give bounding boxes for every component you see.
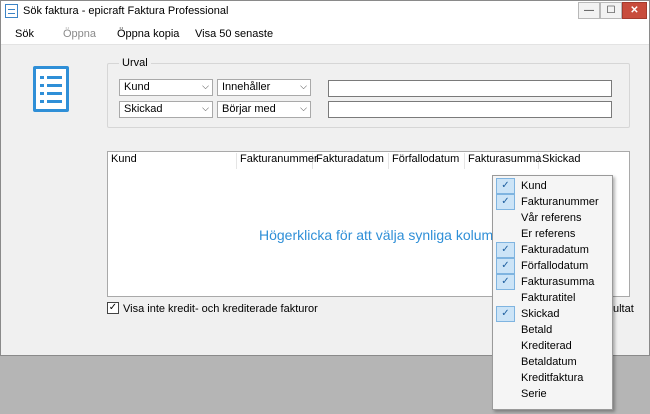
menu-item-forfallodatum[interactable]: ✓ Förfallodatum [493,258,612,274]
menu-item-label: Fakturatitel [521,292,576,304]
column-header-forfallodatum[interactable]: Förfallodatum [389,153,465,169]
menu-item-fakturasumma[interactable]: ✓ Fakturasumma [493,274,612,290]
column-header-fakturadatum[interactable]: Fakturadatum [313,153,389,169]
menu-item-serie[interactable]: Serie [493,386,612,402]
chevron-down-icon: ⌵ [300,103,307,113]
menu-oppna[interactable]: Öppna [63,28,96,40]
field-select-1-value: Kund [124,81,150,93]
checkmark-icon: ✓ [496,258,515,274]
checkmark-icon: ✓ [496,306,515,322]
menu-item-var-referens[interactable]: Vår referens [493,210,612,226]
operator-select-2-value: Börjar med [222,103,276,115]
menu-item-label: Vår referens [521,212,582,224]
menu-item-fakturadatum[interactable]: ✓ Fakturadatum [493,242,612,258]
menu-item-betaldatum[interactable]: Betaldatum [493,354,612,370]
field-select-1[interactable]: Kund ⌵ [119,79,213,96]
menu-item-label: Fakturadatum [521,244,589,256]
menu-oppna-kopia[interactable]: Öppna kopia [117,28,179,40]
close-button[interactable]: ✕ [622,2,647,19]
column-header-skickad[interactable]: Skickad [539,153,609,169]
chevron-down-icon: ⌵ [300,81,307,91]
exclude-credit-label[interactable]: Visa inte kredit- och krediterade faktur… [123,303,318,315]
app-document-icon [5,4,18,18]
menu-item-label: Krediterad [521,340,572,352]
menu-item-label: Fakturasumma [521,276,595,288]
field-select-2[interactable]: Skickad ⌵ [119,101,213,118]
operator-select-1-value: Innehåller [222,81,271,93]
menu-item-label: Betald [521,324,553,336]
title-bar[interactable]: Sök faktura - epicraft Faktura Professio… [1,1,649,21]
chevron-down-icon: ⌵ [202,81,209,91]
operator-select-2[interactable]: Börjar med ⌵ [217,101,311,118]
chevron-down-icon: ⌵ [202,103,209,113]
window-title: Sök faktura - epicraft Faktura Professio… [23,5,229,17]
checkmark-icon: ✓ [496,242,515,258]
menu-item-label: Kund [521,180,547,192]
checkmark-icon: ✓ [496,178,515,194]
menu-item-er-referens[interactable]: Er referens [493,226,612,242]
checkmark-icon: ✓ [496,194,515,210]
menu-item-skickad[interactable]: ✓ Skickad [493,306,612,322]
operator-select-1[interactable]: Innehåller ⌵ [217,79,311,96]
menu-bar: Sök Öppna Öppna kopia Visa 50 senaste [1,21,649,45]
exclude-credit-checkbox[interactable]: ✓ [107,302,119,314]
menu-item-kreditfaktura[interactable]: Kreditfaktura [493,370,612,386]
minimize-button[interactable]: — [578,2,600,19]
menu-item-label: Skickad [521,308,560,320]
menu-item-label: Er referens [521,228,576,240]
checkmark-icon: ✓ [496,274,515,290]
column-hint-text: Högerklicka för att välja synliga kolumn… [259,227,514,243]
menu-item-fakturatitel[interactable]: Fakturatitel [493,290,612,306]
menu-item-label: Förfallodatum [521,260,589,272]
partial-hidden-label: ultat [613,303,634,315]
menu-item-label: Betaldatum [521,356,577,368]
urval-label: Urval [119,57,151,69]
menu-item-label: Serie [521,388,547,400]
column-header-fakturasumma[interactable]: Fakturasumma [465,153,541,169]
menu-item-label: Kreditfaktura [521,372,584,384]
column-header-fakturanummer[interactable]: Fakturanummer [237,153,318,169]
menu-item-betald[interactable]: Betald [493,322,612,338]
invoice-document-icon [33,66,69,112]
search-value-input-2[interactable] [328,101,612,118]
menu-visa-50-senaste[interactable]: Visa 50 senaste [195,28,273,40]
search-value-input-1[interactable] [328,80,612,97]
menu-sok[interactable]: Sök [15,28,34,40]
column-header-kund[interactable]: Kund [108,153,237,169]
maximize-button[interactable]: ☐ [600,2,622,19]
menu-item-krediterad[interactable]: Krediterad [493,338,612,354]
menu-item-kund[interactable]: ✓ Kund [493,178,612,194]
menu-item-fakturanummer[interactable]: ✓ Fakturanummer [493,194,612,210]
column-context-menu: ✓ Kund ✓ Fakturanummer Vår referens Er r… [492,175,613,410]
field-select-2-value: Skickad [124,103,163,115]
menu-item-label: Fakturanummer [521,196,599,208]
